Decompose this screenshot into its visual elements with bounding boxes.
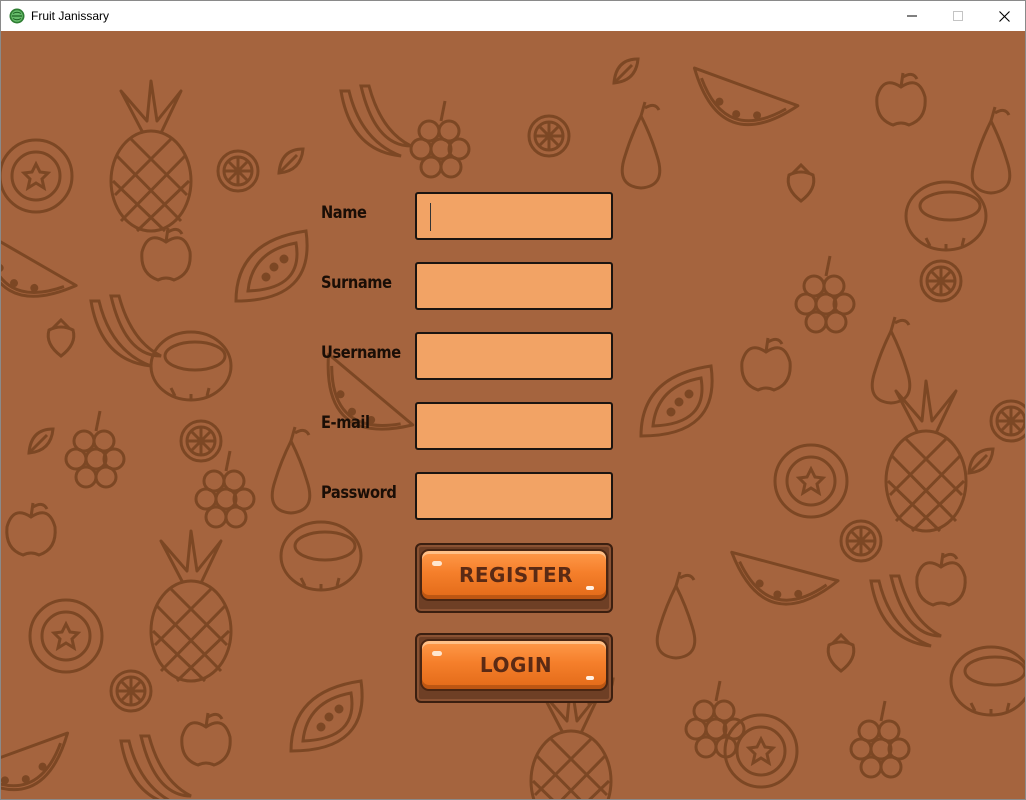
- login-button-label: LOGIN: [479, 653, 553, 677]
- surname-field[interactable]: [415, 262, 613, 310]
- minimize-icon: [907, 15, 917, 17]
- register-button-face: REGISTER: [420, 549, 608, 601]
- register-button-label: REGISTER: [458, 563, 574, 587]
- login-button-face: LOGIN: [420, 639, 608, 691]
- app-window: Fruit Janissary Name Surname Username E-…: [0, 0, 1026, 800]
- email-label: E-mail: [321, 413, 370, 433]
- maximize-icon: [953, 11, 963, 21]
- close-button[interactable]: [981, 1, 1026, 31]
- surname-label: Surname: [321, 273, 392, 293]
- text-caret: [430, 203, 431, 231]
- minimize-button[interactable]: [889, 1, 935, 31]
- username-label: Username: [321, 343, 401, 363]
- password-field[interactable]: [415, 472, 613, 520]
- name-label: Name: [321, 203, 367, 223]
- window-title: Fruit Janissary: [31, 9, 110, 23]
- login-button[interactable]: LOGIN: [415, 633, 613, 703]
- maximize-button: [935, 1, 981, 31]
- close-icon: [998, 10, 1010, 22]
- title-bar[interactable]: Fruit Janissary: [1, 1, 1025, 31]
- email-field[interactable]: [415, 402, 613, 450]
- password-label: Password: [321, 483, 397, 503]
- register-button[interactable]: REGISTER: [415, 543, 613, 613]
- watermelon-icon: [9, 8, 25, 24]
- client-area: Name Surname Username E-mail Password RE…: [1, 31, 1025, 799]
- username-field[interactable]: [415, 332, 613, 380]
- name-field[interactable]: [415, 192, 613, 240]
